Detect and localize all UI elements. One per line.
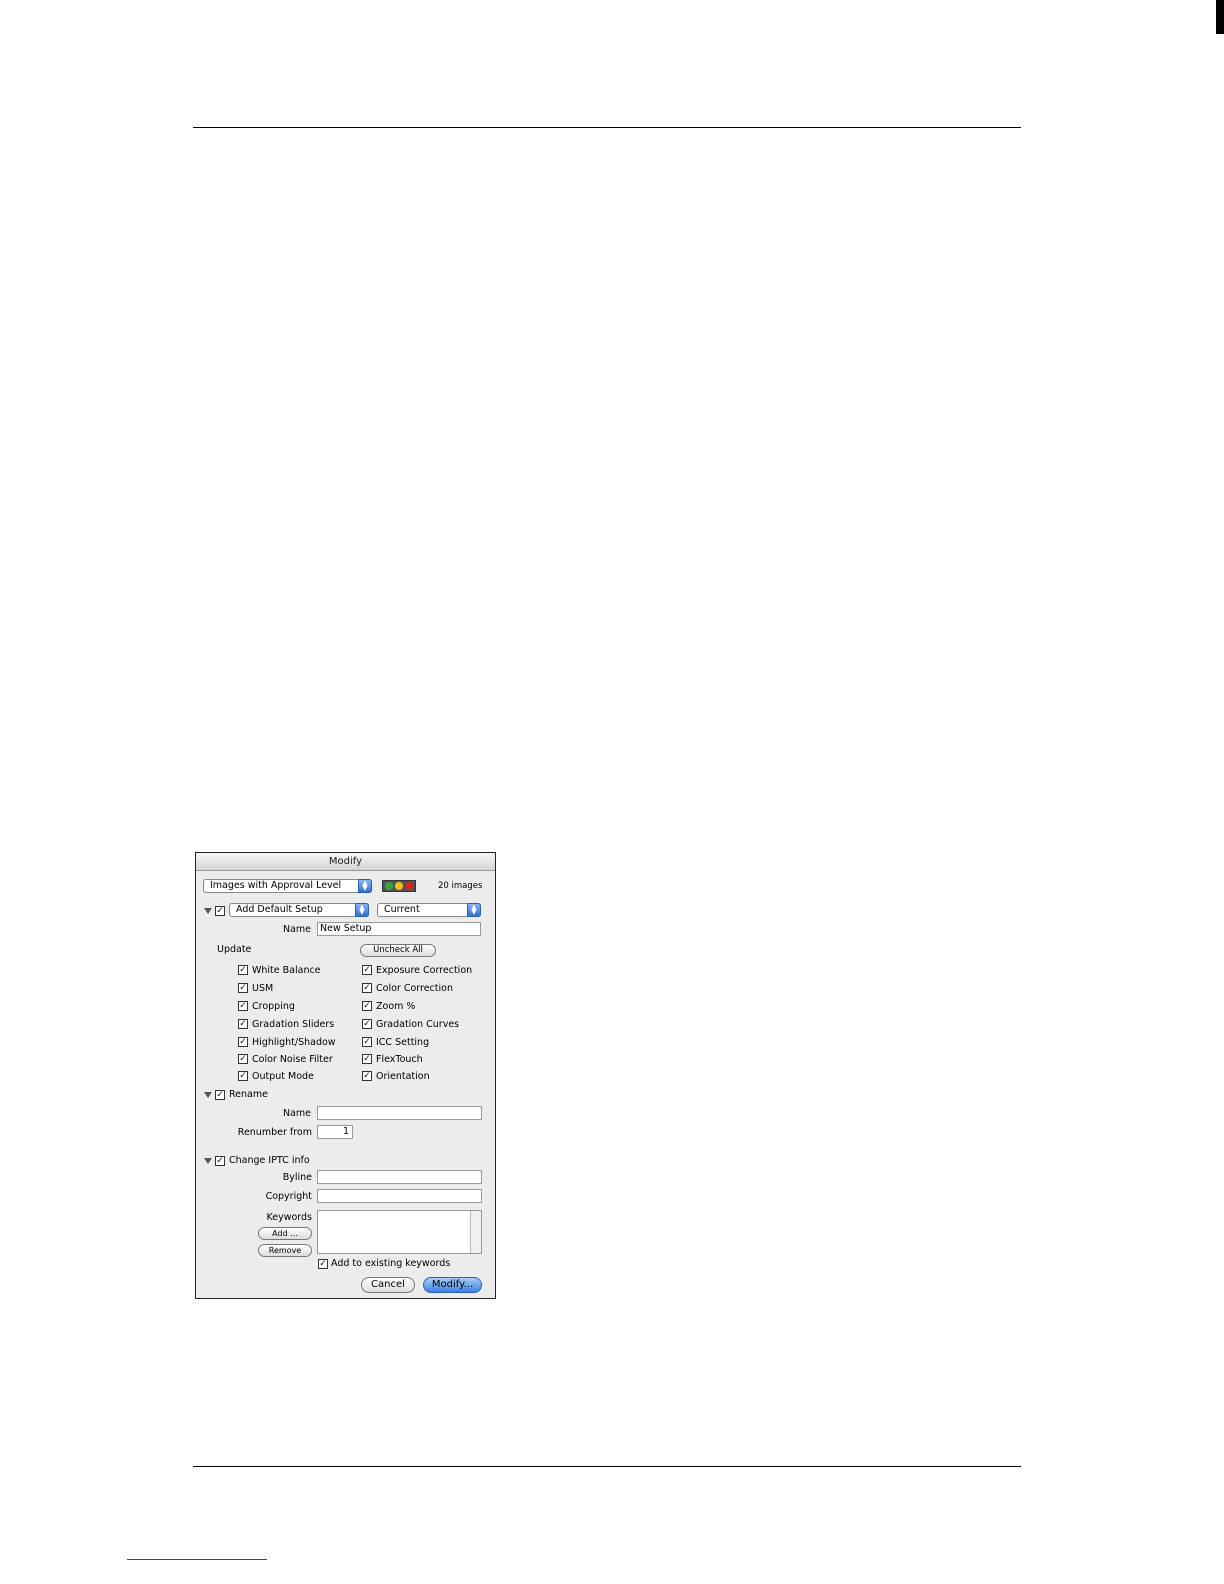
modify-button[interactable]: Modify... (423, 1277, 482, 1293)
exposure-correction-checkbox[interactable]: ✓ (362, 965, 372, 975)
setup-disclosure-icon[interactable] (204, 908, 212, 914)
setup-popup[interactable]: Add Default Setup ▲ ▼ (229, 903, 369, 917)
icc-setting-checkbox[interactable]: ✓ (362, 1037, 372, 1047)
option-label: Highlight/Shadow (252, 1037, 336, 1048)
rename-label: Rename (229, 1089, 268, 1100)
setup-checkbox[interactable]: ✓ (215, 906, 225, 916)
byline-label: Byline (282, 1172, 312, 1183)
option-label: Cropping (252, 1001, 295, 1012)
setup-source-label: Current (384, 904, 420, 915)
approval-filter-popup[interactable]: Images with Approval Level ▲ ▼ (203, 879, 372, 893)
option-label: Exposure Correction (376, 965, 473, 976)
usm-checkbox[interactable]: ✓ (238, 983, 248, 993)
output-mode-checkbox[interactable]: ✓ (238, 1071, 248, 1081)
setup-popup-label: Add Default Setup (236, 904, 323, 915)
option-label: Orientation (376, 1071, 430, 1082)
popup-arrows-icon: ▲ ▼ (355, 903, 369, 917)
approval-filter-label: Images with Approval Level (210, 880, 342, 891)
add-existing-keywords-label: Add to existing keywords (331, 1258, 451, 1269)
footer-link-underline[interactable] (127, 1559, 267, 1560)
option-label: Gradation Curves (376, 1019, 460, 1030)
modify-dialog: Modify Images with Approval Level ▲ ▼ 20 … (195, 852, 496, 1299)
rename-disclosure-icon[interactable] (204, 1092, 212, 1098)
footer-rule (193, 1466, 1021, 1467)
option-label: USM (252, 983, 274, 994)
option-label: White Balance (252, 965, 321, 976)
add-keyword-button[interactable]: Add ... (258, 1227, 312, 1240)
option-label: Color Noise Filter (252, 1054, 333, 1065)
option-label: Color Correction (376, 983, 453, 994)
orientation-checkbox[interactable]: ✓ (362, 1071, 372, 1081)
keywords-label: Keywords (266, 1212, 312, 1223)
zoom-checkbox[interactable]: ✓ (362, 1001, 372, 1011)
flextouch-checkbox[interactable]: ✓ (362, 1054, 372, 1064)
iptc-label: Change IPTC info (229, 1155, 310, 1166)
rename-name-field[interactable] (317, 1106, 482, 1120)
cancel-button[interactable]: Cancel (361, 1277, 415, 1293)
remove-keyword-button[interactable]: Remove (258, 1244, 312, 1257)
white-balance-checkbox[interactable]: ✓ (238, 965, 248, 975)
gradation-curves-checkbox[interactable]: ✓ (362, 1019, 372, 1029)
option-label: Output Mode (252, 1071, 314, 1082)
renumber-field[interactable]: 1 (317, 1125, 353, 1139)
color-correction-checkbox[interactable]: ✓ (362, 983, 372, 993)
approval-level-selector[interactable] (382, 880, 416, 892)
highlight-shadow-checkbox[interactable]: ✓ (238, 1037, 248, 1047)
rename-name-label: Name (282, 1108, 311, 1119)
popup-arrows-icon: ▲ ▼ (467, 903, 481, 917)
rename-checkbox[interactable]: ✓ (215, 1090, 225, 1100)
images-count: 20 images (438, 881, 483, 891)
gradation-sliders-checkbox[interactable]: ✓ (238, 1019, 248, 1029)
uncheck-all-button[interactable]: Uncheck All (360, 944, 436, 957)
copyright-label: Copyright (265, 1191, 312, 1202)
iptc-checkbox[interactable]: ✓ (215, 1156, 225, 1166)
setup-source-popup[interactable]: Current ▲ ▼ (377, 903, 481, 917)
color-noise-filter-checkbox[interactable]: ✓ (238, 1054, 248, 1064)
approval-yellow-icon (395, 882, 403, 890)
keywords-list[interactable] (317, 1210, 482, 1254)
page-edge-mark (1216, 0, 1224, 34)
option-label: Gradation Sliders (252, 1019, 335, 1030)
approval-green-icon (385, 882, 393, 890)
renumber-label: Renumber from (237, 1127, 312, 1138)
cropping-checkbox[interactable]: ✓ (238, 1001, 248, 1011)
header-rule (193, 127, 1021, 128)
byline-field[interactable] (317, 1170, 482, 1184)
option-label: FlexTouch (376, 1054, 423, 1065)
dialog-title: Modify (196, 853, 495, 871)
popup-arrows-icon: ▲ ▼ (358, 879, 372, 893)
approval-red-icon (405, 882, 413, 890)
iptc-disclosure-icon[interactable] (204, 1158, 212, 1164)
option-label: Zoom % (376, 1001, 416, 1012)
setup-name-label: Name (282, 924, 311, 935)
option-label: ICC Setting (376, 1037, 430, 1048)
copyright-field[interactable] (317, 1189, 482, 1203)
add-existing-keywords-checkbox[interactable]: ✓ (318, 1259, 328, 1269)
keywords-scrollbar[interactable] (470, 1211, 481, 1253)
setup-name-field[interactable]: New Setup (317, 922, 481, 936)
update-label: Update (217, 944, 252, 955)
